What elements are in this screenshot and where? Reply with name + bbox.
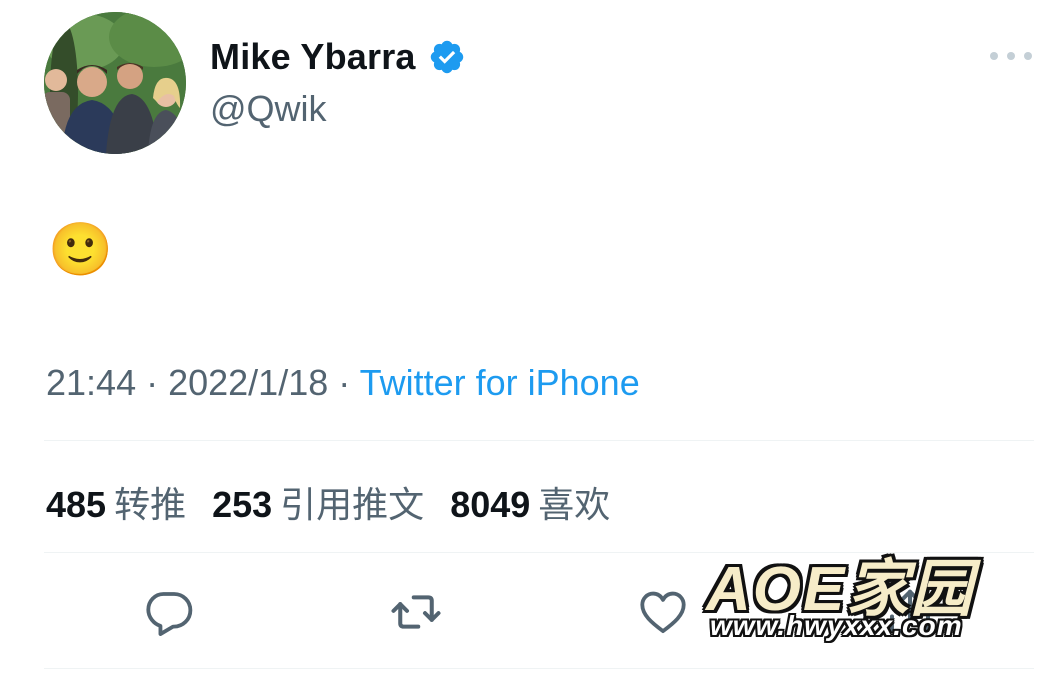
avatar[interactable]	[44, 12, 186, 154]
tweet-date[interactable]: 2022/1/18	[168, 362, 328, 403]
retweet-icon	[391, 595, 441, 629]
author-name[interactable]: Mike Ybarra	[210, 36, 416, 78]
retweets-stat[interactable]: 485 转推	[46, 476, 186, 528]
retweets-count: 485	[46, 484, 107, 525]
quote-tweets-count: 253	[212, 484, 273, 525]
watermark-url: www.hwyxxx.com	[710, 610, 963, 641]
retweet-button[interactable]	[386, 582, 446, 642]
watermark: AOE家园 www.hwyxxx.com	[706, 538, 1026, 648]
tweet-meta: 21:44 · 2022/1/18 · Twitter for iPhone	[46, 362, 640, 404]
heart-icon	[640, 591, 686, 634]
tweet-source-link[interactable]: Twitter for iPhone	[360, 362, 640, 403]
like-button[interactable]	[633, 582, 693, 642]
more-options-icon[interactable]	[990, 48, 1032, 64]
retweets-label: 转推	[114, 484, 187, 525]
meta-separator: ·	[328, 362, 360, 403]
quote-tweets-stat[interactable]: 253 引用推文	[212, 476, 424, 528]
tweet-time[interactable]: 21:44	[46, 362, 136, 403]
avatar-photo	[44, 12, 186, 154]
likes-stat[interactable]: 8049 喜欢	[450, 476, 610, 528]
tweet-text: 🙂	[48, 221, 113, 279]
quote-tweets-label: 引用推文	[280, 484, 425, 525]
divider	[44, 440, 1034, 441]
meta-separator: ·	[136, 362, 169, 403]
author-handle[interactable]: @Qwik	[210, 88, 327, 130]
reply-icon	[146, 592, 193, 636]
author-name-row: Mike Ybarra	[210, 36, 466, 78]
divider	[44, 668, 1034, 669]
tweet-stats: 485 转推 253 引用推文 8049 喜欢	[46, 476, 610, 528]
reply-button[interactable]	[139, 582, 199, 642]
likes-label: 喜欢	[538, 484, 611, 525]
likes-count: 8049	[450, 484, 531, 525]
verified-badge-icon	[428, 38, 466, 76]
